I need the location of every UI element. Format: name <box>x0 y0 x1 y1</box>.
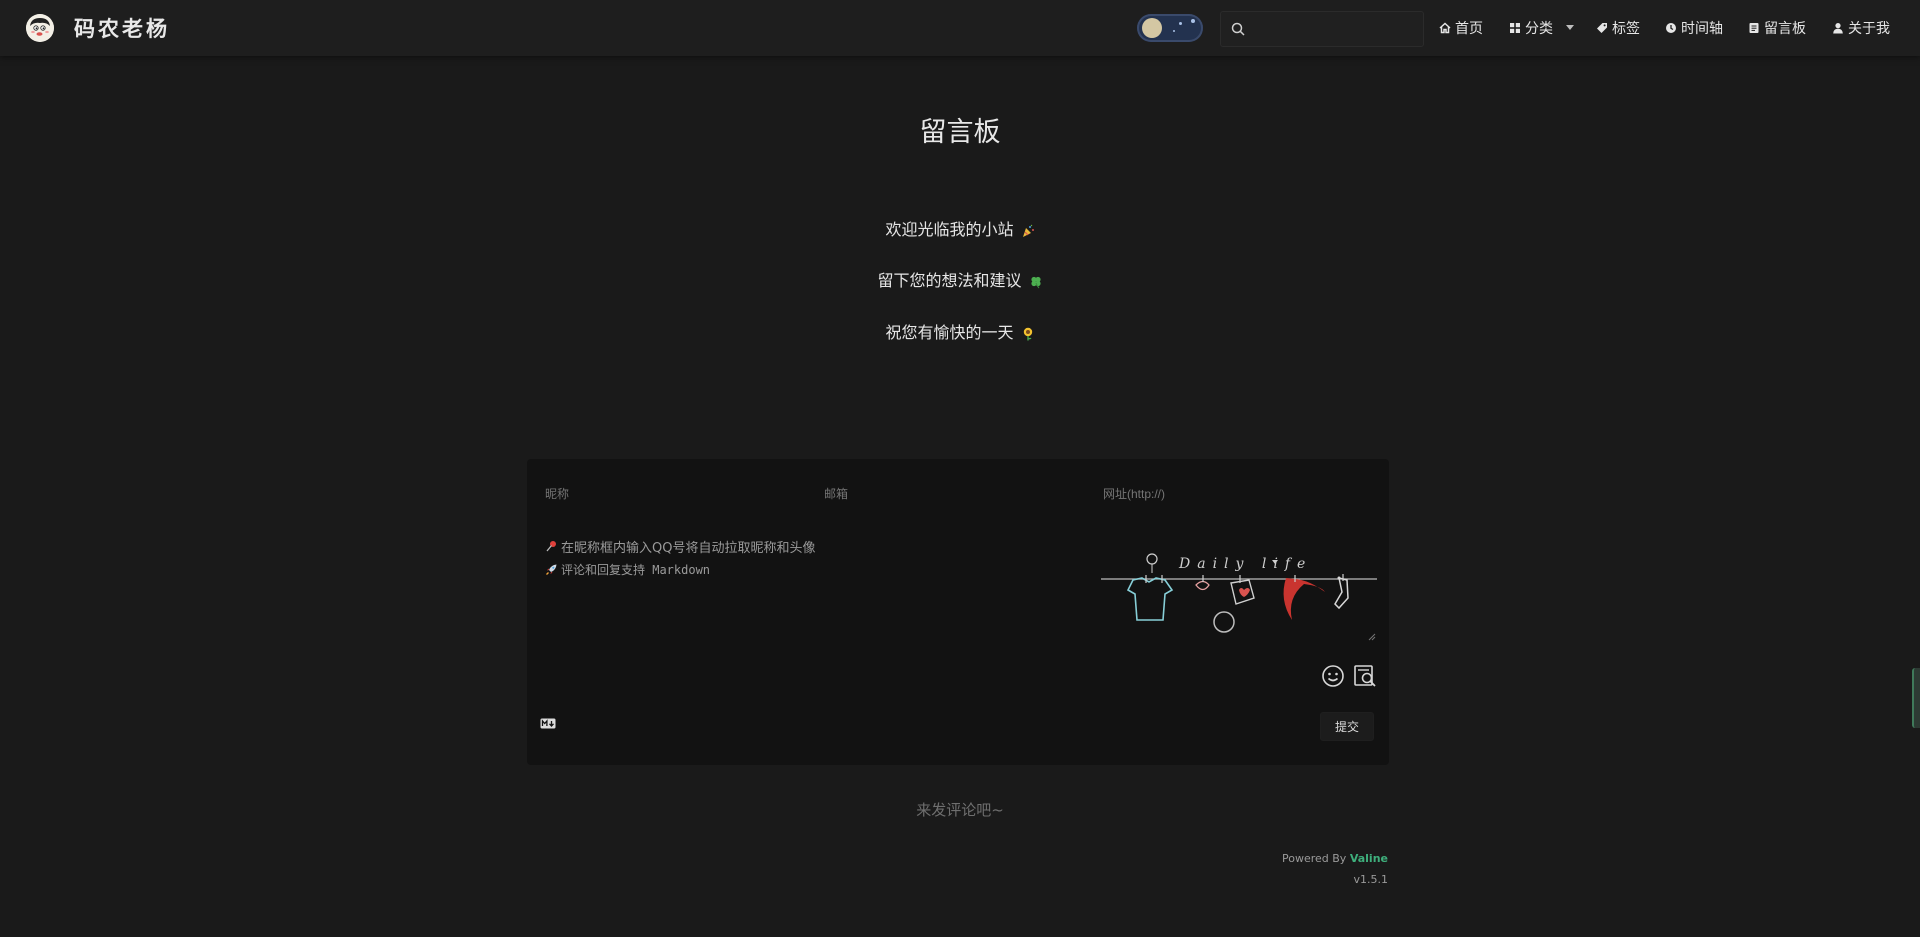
rocket-icon <box>546 564 557 575</box>
user-icon <box>1833 23 1843 34</box>
pushpin-icon <box>546 541 556 552</box>
home-icon <box>1439 22 1451 34</box>
intro-text: 祝您有愉快的一天 <box>885 323 1014 342</box>
qq-hint: 在昵称框内输入QQ号将自动拉取昵称和头像 <box>545 537 815 556</box>
tag-icon <box>1597 23 1607 33</box>
empty-comments-text: 来发评论吧~ <box>916 801 1004 819</box>
star-icon <box>1191 19 1195 23</box>
markdown-icon[interactable] <box>540 718 556 729</box>
emoji-picker-icon[interactable] <box>1321 664 1345 688</box>
search-icon <box>1231 22 1245 36</box>
party-popper-icon <box>1022 224 1034 237</box>
email-input[interactable] <box>822 481 1076 507</box>
site-logo[interactable] <box>26 14 54 42</box>
clock-icon <box>1666 23 1676 33</box>
valine-link[interactable]: Valine <box>1350 852 1388 865</box>
board-icon <box>1749 23 1759 33</box>
nav-item-home[interactable]: 首页 <box>1439 18 1483 38</box>
intro-text: 欢迎光临我的小站 <box>885 220 1014 239</box>
grid-icon <box>1510 23 1520 33</box>
website-input[interactable] <box>1101 481 1365 507</box>
comment-form: 在昵称框内输入QQ号将自动拉取昵称和头像 评论和回复支持 Markdown Da… <box>527 459 1389 765</box>
moon-icon <box>1142 18 1162 38</box>
submit-button[interactable]: 提交 <box>1320 712 1374 741</box>
intro-line: 欢迎光临我的小站 <box>0 216 1920 240</box>
search-box[interactable] <box>1220 11 1424 47</box>
version-label: v1.5.1 <box>1353 873 1389 886</box>
four-leaf-clover-icon <box>1030 276 1041 288</box>
sunflower-icon <box>1023 327 1032 340</box>
intro-text: 留下您的想法和建议 <box>877 271 1022 290</box>
star-icon <box>1179 22 1182 25</box>
markdown-hint-text: 评论和回复支持 Markdown <box>561 563 711 577</box>
intro-line: 留下您的想法和建议 <box>0 267 1920 291</box>
page-title: 留言板 <box>919 117 1001 148</box>
daily-life-illustration: Daily life <box>1101 553 1377 633</box>
nav-item-timeline[interactable]: 时间轴 <box>1665 18 1723 38</box>
search-input[interactable] <box>1251 18 1415 40</box>
dark-mode-toggle[interactable] <box>1137 14 1203 42</box>
nav-label-about: 关于我 <box>1848 21 1890 37</box>
resize-grip-icon[interactable] <box>1368 633 1376 641</box>
illustration-caption: Daily life <box>1178 556 1312 572</box>
caret-down-icon <box>1566 25 1574 30</box>
side-scroll-handle[interactable] <box>1912 668 1920 728</box>
star-icon <box>1173 30 1175 32</box>
nav-item-categories[interactable]: 分类 <box>1509 18 1577 38</box>
qq-hint-text: 在昵称框内输入QQ号将自动拉取昵称和头像 <box>561 541 816 556</box>
site-title[interactable]: 码农老杨 <box>74 13 170 43</box>
nickname-input[interactable] <box>543 481 797 507</box>
nav-item-about[interactable]: 关于我 <box>1832 18 1890 38</box>
nav-label-tags: 标签 <box>1612 21 1640 37</box>
nav-item-tags[interactable]: 标签 <box>1596 18 1640 38</box>
nav-label-message-board: 留言板 <box>1764 21 1806 37</box>
nav-label-timeline: 时间轴 <box>1681 21 1723 37</box>
nav-item-message-board[interactable]: 留言板 <box>1748 18 1806 38</box>
markdown-hint: 评论和回复支持 Markdown <box>545 561 710 578</box>
intro-line: 祝您有愉快的一天 <box>0 319 1920 343</box>
top-navbar: 码农老杨 首页 分类 标签 时间轴 留言板 关于我 <box>0 0 1920 56</box>
preview-icon[interactable] <box>1353 664 1377 688</box>
powered-by-prefix: Powered By <box>1282 852 1350 865</box>
nav-label-home: 首页 <box>1455 21 1483 37</box>
nav-label-categories: 分类 <box>1525 21 1553 37</box>
powered-by: Powered By Valine <box>1282 852 1388 865</box>
